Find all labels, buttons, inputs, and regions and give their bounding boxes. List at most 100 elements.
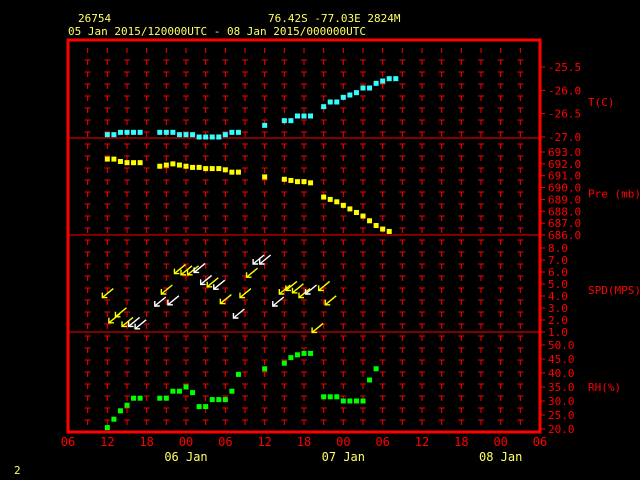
x-tick-label: 06 — [218, 435, 232, 449]
temperature-point — [131, 129, 137, 135]
rh-point — [229, 388, 235, 394]
rh-point — [340, 398, 346, 404]
wind-arrow — [285, 280, 298, 292]
temperature-point — [347, 92, 353, 98]
y-tick-label: 8.0 — [548, 242, 568, 255]
rh-point — [301, 350, 307, 356]
temperature-point — [190, 132, 196, 138]
rh-point — [373, 366, 379, 372]
wind-arrow — [272, 296, 285, 307]
y-tick-label: 692.0 — [548, 158, 581, 171]
pressure-point — [216, 166, 222, 172]
temperature-point — [216, 134, 222, 140]
pressure-point — [308, 180, 314, 186]
rh-point — [131, 395, 137, 401]
y-tick-label: 4.0 — [548, 290, 568, 303]
y-tick-label: 30.0 — [548, 395, 575, 408]
rh-point — [117, 408, 123, 414]
pressure-point — [360, 213, 366, 219]
rh-point — [163, 395, 169, 401]
temperature-point — [203, 134, 209, 140]
rh-point — [308, 350, 314, 356]
y-tick-label: 50.0 — [548, 339, 575, 352]
wind-arrow — [206, 277, 219, 288]
day-label: 08 Jan — [479, 450, 522, 464]
temperature-point — [262, 122, 268, 128]
temperature-point — [367, 85, 373, 91]
page-number: 2 — [14, 464, 21, 477]
y-tick-label: -26.5 — [548, 108, 581, 121]
temperature-point — [104, 132, 110, 138]
temperature-point — [111, 132, 117, 138]
pressure-point — [262, 174, 268, 180]
rh-point — [216, 397, 222, 403]
rh-point — [183, 384, 189, 390]
y-tick-label: 20.0 — [548, 423, 575, 436]
y-tick-label: 691.0 — [548, 170, 581, 183]
temperature-point — [163, 129, 169, 135]
x-tick-label: 00 — [493, 435, 507, 449]
location: 76.42S -77.03E 2824M — [268, 12, 401, 25]
panel-label-temperature: T(C) — [588, 96, 615, 109]
wind-arrow-shaft — [305, 284, 317, 295]
pressure-point — [117, 158, 123, 164]
rh-point — [288, 355, 294, 361]
wind-arrow — [127, 316, 140, 328]
sounding-chart: 26754 76.42S -77.03E 2824M 05 Jan 2015/1… — [14, 12, 640, 477]
temperature-point — [380, 78, 386, 84]
pressure-point — [176, 162, 182, 168]
temperature-point — [183, 132, 189, 138]
rh-point — [170, 388, 176, 394]
pressure-point — [131, 160, 137, 166]
rh-point — [334, 394, 340, 400]
wind-arrow-shaft — [324, 295, 337, 306]
rh-point — [262, 366, 268, 372]
pressure-point — [124, 160, 130, 166]
rh-point — [281, 360, 287, 366]
temperature-point — [360, 85, 366, 91]
y-tick-label: 45.0 — [548, 353, 575, 366]
pressure-point — [157, 163, 163, 169]
y-tick-label: 3.0 — [548, 302, 568, 315]
pressure-point — [111, 156, 117, 162]
pressure-point — [203, 166, 209, 172]
wind-arrow — [245, 267, 258, 278]
y-tick-label: 25.0 — [548, 409, 575, 422]
rh-point — [360, 398, 366, 404]
pressure-point — [340, 202, 346, 208]
x-tick-label: 06 — [533, 435, 547, 449]
temperature-point — [340, 94, 346, 100]
grid — [84, 48, 524, 428]
pressure-point — [380, 226, 386, 232]
wind-arrow-shaft — [311, 322, 324, 333]
pressure-point — [222, 167, 228, 173]
pressure-point — [137, 160, 143, 166]
y-tick-label: 1.0 — [548, 326, 568, 339]
pressure-point — [386, 228, 392, 234]
y-tick-label: 7.0 — [548, 254, 568, 267]
rh-point — [196, 404, 202, 410]
pressure-point — [288, 177, 294, 183]
temperature-point — [281, 118, 287, 124]
wind-arrow-shaft — [233, 308, 245, 319]
wind-arrow — [311, 322, 324, 334]
pressure-point — [190, 164, 196, 170]
temperature-point — [170, 129, 176, 135]
y-tick-label: 687.0 — [548, 217, 581, 230]
x-tick-label: 00 — [336, 435, 350, 449]
pressure-point — [170, 161, 176, 167]
temperature-point — [334, 99, 340, 105]
y-tick-label: -25.5 — [548, 61, 581, 74]
wind-arrow-shaft — [206, 277, 219, 288]
y-tick-label: 5.0 — [548, 278, 568, 291]
temperature-point — [137, 129, 143, 135]
rh-point — [321, 394, 327, 400]
rh-point — [124, 402, 130, 408]
rh-point — [294, 352, 300, 358]
pressure-point — [229, 169, 235, 175]
x-tick-label: 18 — [454, 435, 468, 449]
temperature-point — [209, 134, 215, 140]
wind-arrow — [232, 308, 245, 319]
pressure-point — [163, 162, 169, 168]
y-tick-label: 688.0 — [548, 205, 581, 218]
